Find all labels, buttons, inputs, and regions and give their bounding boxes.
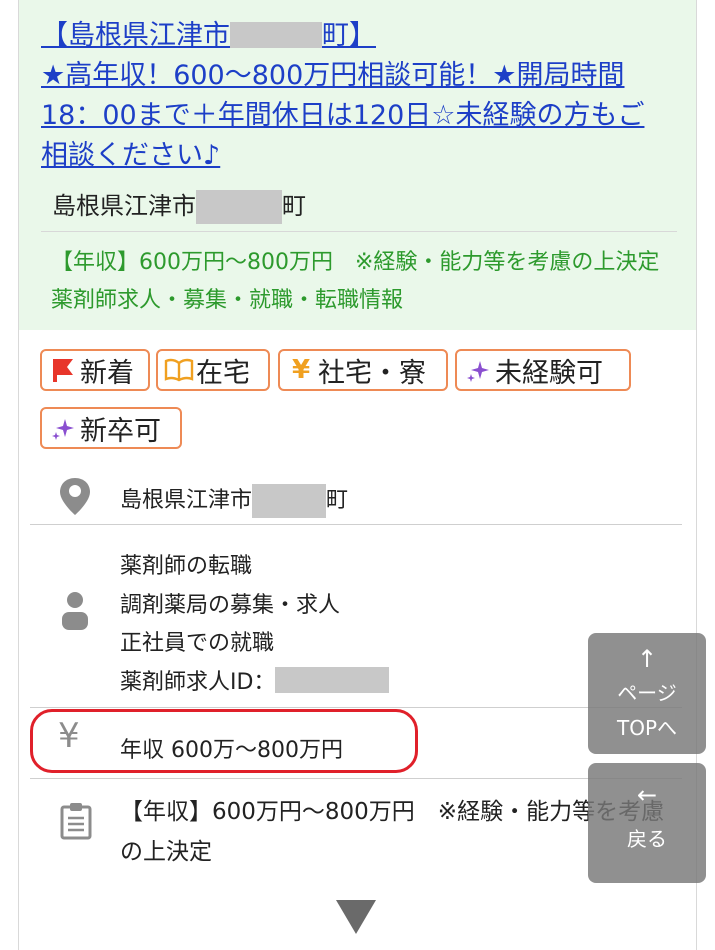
map-pin-icon <box>58 476 92 520</box>
tag-home: 在宅 <box>156 349 270 391</box>
clipboard-icon <box>60 802 92 844</box>
back-label: 戻る <box>627 827 667 851</box>
title-prefix: 【島根県江津市 <box>41 20 230 51</box>
divider <box>30 707 682 708</box>
flag-icon <box>48 355 78 385</box>
tag-label: 新卒可 <box>80 415 161 447</box>
job-summary-panel: 【島根県江津市 町】 ★高年収！600〜800万円相談可能！★開局時間18：00ま… <box>19 0 696 330</box>
title-rest: ★高年収！600〜800万円相談可能！★開局時間18：00まで＋年間休日は120… <box>41 60 645 171</box>
page-top-button[interactable]: ↑ ページ TOPへ <box>588 633 706 754</box>
job-id-label: 薬剤師求人ID： <box>120 669 276 695</box>
area-prefix: 島根県江津市 <box>52 192 196 220</box>
divider <box>30 524 682 525</box>
job-id-line: 薬剤師求人ID： <box>120 664 390 703</box>
tag-label: 社宅・寮 <box>318 357 426 389</box>
location-text: 島根県江津市 町 <box>120 482 348 518</box>
page-top-label: TOPへ <box>616 716 678 740</box>
back-button[interactable]: ← 戻る <box>588 763 706 883</box>
salary-note: 【年収】600万円〜800万円 ※経験・能力等を考慮の上決定 薬剤師求人・募集・… <box>51 250 660 313</box>
salary-highlight-circle <box>30 709 418 773</box>
tag-inexperienced-ok: 未経験可 <box>455 349 631 391</box>
divider <box>41 231 677 232</box>
location-suffix: 町 <box>326 488 349 513</box>
tag-new: 新着 <box>40 349 150 391</box>
job-line: 調剤薬局の募集・求人 <box>120 592 341 618</box>
page-top-label: ページ <box>617 681 677 705</box>
divider <box>30 778 682 779</box>
area-suffix: 町 <box>282 192 306 220</box>
sparkle-icon <box>463 355 493 385</box>
job-title-link[interactable]: 【島根県江津市 町】 ★高年収！600〜800万円相談可能！★開局時間18：00ま… <box>41 16 671 176</box>
tag-label: 未経験可 <box>495 357 603 389</box>
title-suffix: 町】 <box>322 20 376 51</box>
person-icon <box>60 590 90 636</box>
back-arrow-icon: ← <box>636 781 658 809</box>
job-line: 薬剤師の転職 <box>120 554 253 579</box>
tag-housing: ¥ 社宅・寮 <box>278 349 448 391</box>
location-prefix: 島根県江津市 <box>120 488 253 513</box>
expand-arrow-icon[interactable] <box>336 900 376 934</box>
sparkle-icon <box>48 413 78 443</box>
job-type-list: 薬剤師の転職 調剤薬局の募集・求人 正社員での就職 薬剤師求人ID： <box>120 548 390 703</box>
redacted-block <box>196 190 282 224</box>
redacted-block <box>275 666 390 693</box>
up-arrow-icon: ↑ <box>636 645 658 673</box>
tag-label: 新着 <box>80 357 134 389</box>
area-text: 島根県江津市 町 <box>52 186 306 224</box>
tag-label: 在宅 <box>196 357 250 389</box>
tag-new-grad-ok: 新卒可 <box>40 407 182 449</box>
yen-icon: ¥ <box>291 355 311 385</box>
redacted-block <box>252 484 327 518</box>
job-line: 正社員での就職 <box>120 631 275 656</box>
book-icon <box>164 355 194 385</box>
redacted-block <box>230 22 322 48</box>
